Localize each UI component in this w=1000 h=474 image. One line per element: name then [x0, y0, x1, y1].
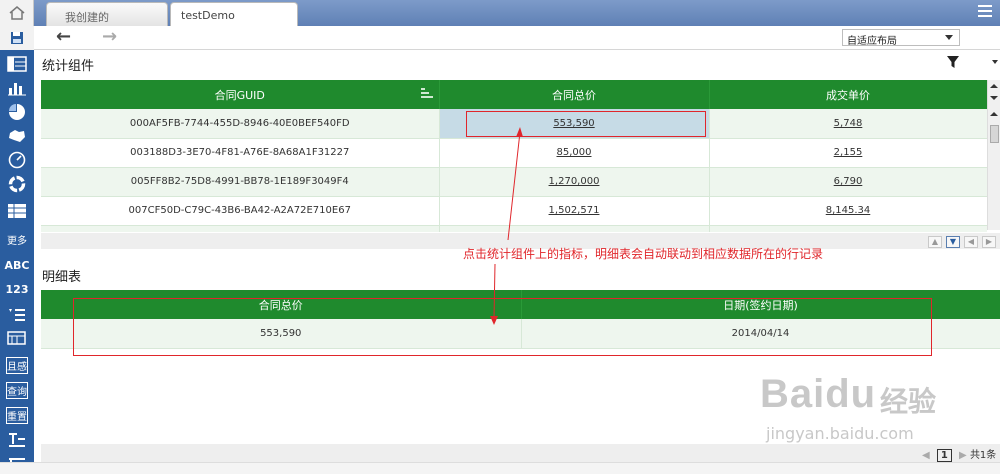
baidu-watermark: Baidu 经验 jingyan.baidu.com [760, 372, 936, 443]
save-button[interactable] [0, 26, 34, 50]
guid-cell: 003188D3-3E70-4F81-A76E-8A68A1F31227 [41, 138, 440, 168]
layout-select[interactable]: 自适应布局 [842, 29, 960, 47]
forward-arrow-icon[interactable]: → [102, 28, 117, 46]
total-price-cell[interactable]: 1,502,571 [439, 196, 710, 226]
column-header[interactable]: 合同GUID [41, 80, 440, 109]
table-row: 005FF8B2-75D8-4991-BB78-1E189F3049F4 1,2… [41, 167, 987, 197]
guid-cell: 007CF50D-C79C-43B6-BA42-A2A72E710E67 [41, 196, 440, 226]
tab-my-created[interactable]: 我创建的 [46, 2, 168, 26]
chevron-down-icon [945, 35, 953, 40]
column-header[interactable]: 合同总价 [439, 80, 710, 109]
bar-chart-icon[interactable] [6, 78, 28, 98]
layout-select-value: 自适应布局 [847, 36, 897, 47]
text-align-icon[interactable] [6, 430, 28, 450]
unit-price-cell[interactable]: 5,748 [709, 109, 987, 139]
total-price-cell[interactable]: 1,270,000 [439, 167, 710, 197]
list-icon[interactable] [6, 304, 28, 324]
prev-page-icon[interactable]: ◀ [922, 450, 930, 461]
menu-icon[interactable] [978, 5, 992, 19]
pager: ◀ 1 ▶ 共1条 [922, 446, 996, 462]
watermark-logo: Baidu [760, 372, 877, 416]
annotation-text: 点击统计组件上的指标，明细表会自动联动到相应数据所在的行记录 [463, 247, 824, 261]
gauge-icon[interactable] [6, 150, 28, 170]
stats-title: 统计组件 [42, 59, 95, 74]
scroll-up-small-icon[interactable] [990, 112, 998, 116]
detail-table-icon[interactable] [6, 328, 28, 348]
scroll-up-icon[interactable] [990, 84, 998, 88]
guid-cell: 005FF8B2-75D8-4991-BB78-1E189F3049F4 [41, 167, 440, 197]
stats-table: 合同GUID 合同总价 成交单价 000AF5FB-7744-455D-8946… [41, 80, 987, 232]
detail-title: 明细表 [42, 270, 82, 285]
highlight-box-detail [73, 298, 932, 356]
next-page-icon[interactable]: ▶ [959, 450, 967, 461]
number-component-label[interactable]: 123 [3, 283, 31, 296]
detail-footer-strip [41, 444, 1000, 462]
column-header[interactable]: 成交单价 [709, 80, 987, 109]
tab-label: 我创建的 [65, 11, 109, 24]
record-count: 共1条 [969, 450, 997, 461]
more-label[interactable]: 更多 [3, 232, 31, 247]
status-bar [0, 462, 1000, 474]
ring-chart-icon[interactable] [6, 174, 28, 194]
rail-button-reset[interactable]: 重置 [6, 407, 28, 424]
rail-button-1[interactable]: 且感 [6, 357, 28, 374]
tab-label: testDemo [181, 9, 235, 22]
nav-row: ← → 自适应布局 [34, 26, 1000, 50]
sort-icon[interactable] [420, 88, 433, 100]
table-icon[interactable] [6, 54, 28, 74]
watermark-url: jingyan.baidu.com [766, 424, 914, 443]
caret-down-icon[interactable] [992, 60, 998, 64]
tab-testdemo[interactable]: testDemo [170, 2, 298, 26]
table-row: 007CF50D-C79C-43B6-BA42-A2A72E710E67 1,5… [41, 196, 987, 226]
scroll-down-button[interactable]: ▼ [946, 236, 960, 248]
map-icon[interactable] [6, 126, 28, 146]
guid-cell: 000AF5FB-7744-455D-8946-40E0BEF540FD [41, 109, 440, 139]
scroll-thumb[interactable] [990, 125, 999, 143]
pie-chart-icon[interactable] [6, 102, 28, 122]
scroll-right-button[interactable]: ▶ [982, 236, 996, 248]
watermark-cn: 经验 [880, 385, 937, 418]
page-number[interactable]: 1 [936, 449, 952, 462]
tab-bar: 我创建的 testDemo [0, 0, 1000, 26]
filter-icon[interactable] [946, 55, 960, 69]
home-icon [9, 6, 24, 20]
table-row: 003188D3-3E70-4F81-A76E-8A68A1F31227 85,… [41, 138, 987, 168]
rail-button-query[interactable]: 查询 [6, 382, 28, 399]
vertical-scrollbar[interactable] [987, 80, 1000, 230]
scroll-down-icon[interactable] [990, 96, 998, 100]
scroll-left-button[interactable]: ◀ [964, 236, 978, 248]
component-rail: 更多 ABC 123 且感 查询 重置 [0, 26, 34, 474]
home-button[interactable] [0, 0, 34, 26]
save-icon [11, 32, 23, 44]
unit-price-cell[interactable]: 2,155 [709, 138, 987, 168]
total-price-cell[interactable]: 85,000 [439, 138, 710, 168]
highlight-box-metric [466, 111, 706, 137]
text-component-label[interactable]: ABC [3, 259, 31, 272]
back-arrow-icon[interactable]: ← [56, 28, 71, 46]
scroll-up-button[interactable]: ▲ [928, 236, 942, 248]
unit-price-cell[interactable]: 8,145.34 [709, 196, 987, 226]
unit-price-cell[interactable]: 6,790 [709, 167, 987, 197]
grid-table-icon[interactable] [6, 201, 28, 221]
